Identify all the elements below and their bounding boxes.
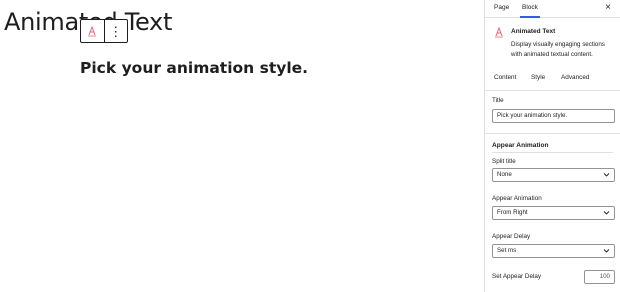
split-title-select[interactable]: None bbox=[492, 168, 615, 182]
animated-text-icon bbox=[495, 26, 503, 38]
block-type-button[interactable] bbox=[81, 20, 104, 42]
appear-animation-label: Appear Animation bbox=[492, 195, 542, 202]
appear-animation-select[interactable]: From Right bbox=[492, 206, 615, 220]
divider bbox=[485, 133, 620, 134]
tab-style[interactable]: Style bbox=[531, 74, 545, 81]
block-card-title: Animated Text bbox=[511, 28, 556, 35]
set-appear-delay-label: Set Appear Delay bbox=[492, 273, 542, 280]
block-toolbar: ⋮ bbox=[80, 19, 128, 43]
divider bbox=[492, 152, 613, 153]
chevron-down-icon bbox=[603, 249, 610, 253]
chevron-down-icon bbox=[603, 211, 610, 215]
close-icon[interactable]: × bbox=[605, 2, 611, 13]
appear-delay-label: Appear Delay bbox=[492, 233, 531, 240]
tab-page[interactable]: Page bbox=[494, 4, 509, 11]
chevron-down-icon bbox=[603, 173, 610, 177]
tab-content[interactable]: Content bbox=[494, 74, 516, 81]
tab-advanced[interactable]: Advanced bbox=[561, 74, 589, 81]
title-input[interactable]: Pick your animation style. bbox=[492, 109, 615, 123]
tab-block[interactable]: Block bbox=[520, 4, 540, 18]
sidebar-tabs: Page Block × bbox=[485, 0, 620, 18]
settings-sidebar: Page Block × Animated Text Display visua… bbox=[484, 0, 620, 292]
appear-animation-value: From Right bbox=[497, 209, 528, 216]
appear-animation-section-title[interactable]: Appear Animation bbox=[492, 142, 549, 149]
editor-canvas: Animated Text ⋮ Pick your animation styl… bbox=[0, 0, 484, 292]
appear-delay-number-input[interactable]: 100 bbox=[584, 270, 615, 284]
more-vertical-icon: ⋮ bbox=[109, 23, 123, 39]
split-title-value: None bbox=[497, 171, 512, 178]
appear-delay-value: Set ms bbox=[497, 247, 517, 254]
split-title-label: Split title bbox=[492, 158, 516, 165]
animated-text-block[interactable]: Pick your animation style. bbox=[80, 59, 308, 77]
block-options-button[interactable]: ⋮ bbox=[103, 20, 128, 42]
animated-text-icon bbox=[88, 25, 97, 37]
block-card-description: Display visually engaging sections with … bbox=[511, 41, 605, 58]
divider bbox=[485, 90, 620, 91]
title-field-label: Title bbox=[492, 97, 504, 104]
appear-delay-select[interactable]: Set ms bbox=[492, 244, 615, 258]
